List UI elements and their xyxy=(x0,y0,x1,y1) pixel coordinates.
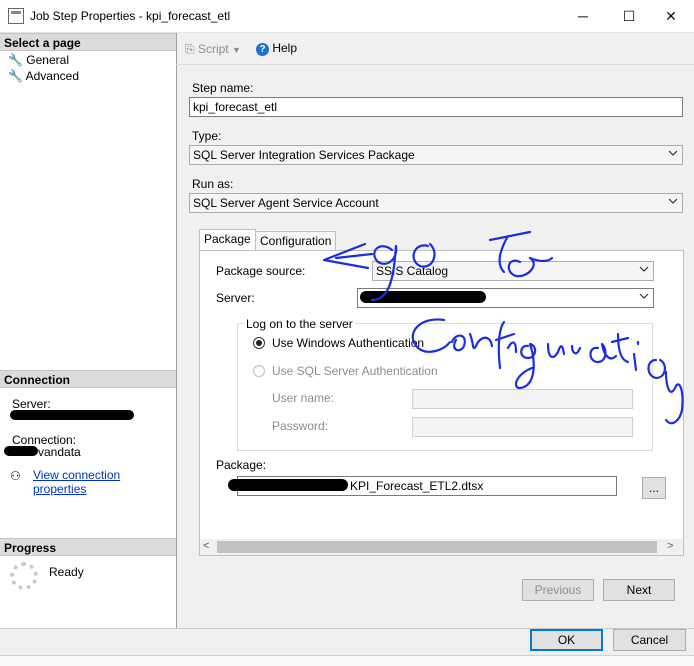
letter-g-stroke xyxy=(370,244,398,302)
letter-o-stroke xyxy=(412,242,436,268)
letter-g2-stroke xyxy=(514,342,537,390)
letter-c-stroke xyxy=(411,318,452,353)
letter-a-stroke xyxy=(589,342,618,364)
letters-ur-stroke xyxy=(546,342,582,359)
letter-o3-stroke xyxy=(647,358,666,380)
letter-i-stroke xyxy=(632,340,640,372)
arrow-shaft-stroke xyxy=(334,252,374,260)
letters-fi-stroke xyxy=(494,320,518,370)
handwritten-annotation xyxy=(322,230,684,425)
letter-t-stroke xyxy=(488,230,532,274)
letter-o2-stroke xyxy=(507,256,554,278)
letter-n-stroke xyxy=(664,370,684,425)
letters-on-stroke xyxy=(450,332,494,352)
